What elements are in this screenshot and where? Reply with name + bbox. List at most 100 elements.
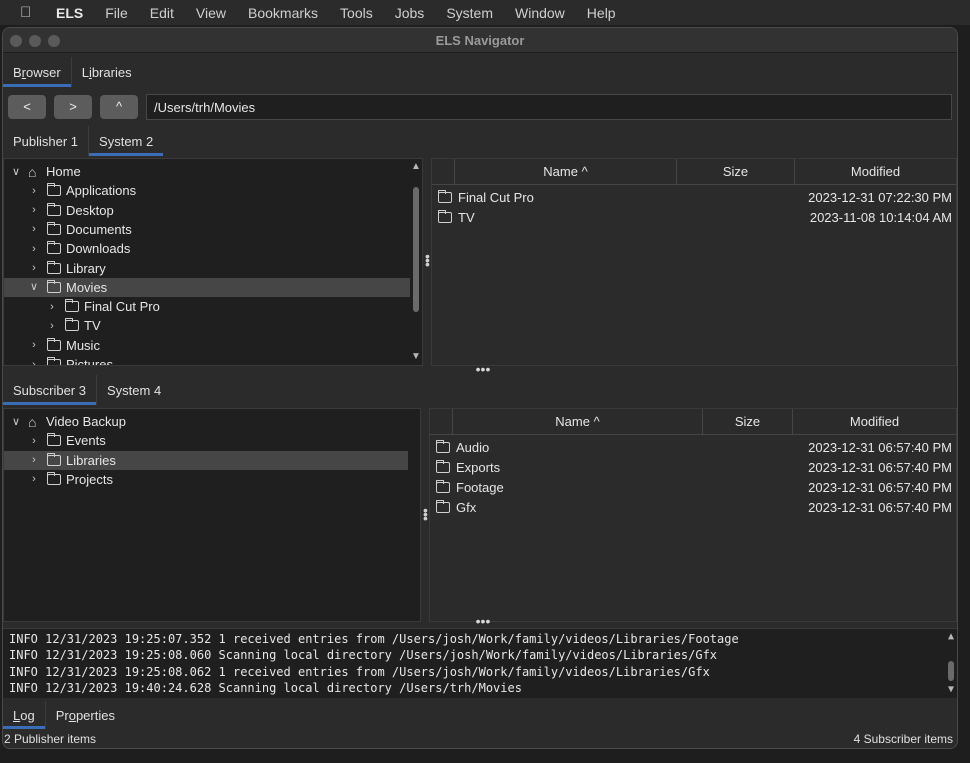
- scroll-down-icon[interactable]: ▼: [946, 685, 956, 695]
- scroll-down-icon[interactable]: ▼: [411, 352, 421, 362]
- publisher-tree[interactable]: ▲ ▼ ∨ ⌂ Home › Applications › Desktop › Document…: [3, 158, 423, 366]
- chevron-right-icon[interactable]: ›: [28, 435, 40, 447]
- tab-subscriber-3[interactable]: Subscriber 3: [3, 375, 97, 405]
- tab-libraries[interactable]: Li braries: [72, 57, 142, 87]
- path-input[interactable]: [146, 94, 952, 120]
- menu-tools[interactable]: Tools: [340, 5, 373, 21]
- tree-item[interactable]: › Library: [4, 259, 410, 278]
- folder-icon: [438, 209, 452, 223]
- column-name[interactable]: Name ^: [452, 409, 702, 435]
- tree-item[interactable]: ∨ ⌂ Home: [4, 162, 410, 181]
- row-name: Audio: [434, 439, 490, 455]
- publisher-vertical-splitter[interactable]: • • •: [425, 249, 430, 271]
- menu-edit[interactable]: Edit: [150, 5, 174, 21]
- folder-icon: [47, 452, 61, 466]
- status-publisher-count: 2 Publisher items: [4, 732, 97, 746]
- subscriber-vertical-splitter[interactable]: • • •: [423, 503, 428, 525]
- chevron-down-icon[interactable]: ∨: [10, 166, 22, 178]
- folder-icon: [436, 459, 450, 473]
- tree-item-label: Downloads: [66, 241, 131, 257]
- tab-system-2[interactable]: System 2: [89, 126, 164, 156]
- chevron-right-icon[interactable]: ›: [46, 320, 58, 332]
- tree-item[interactable]: › Desktop: [4, 201, 410, 220]
- row-name-label: Gfx: [456, 500, 477, 516]
- tree-item-label: Movies: [66, 279, 108, 295]
- menu-app[interactable]: ELS: [56, 5, 83, 21]
- row-name-label: Audio: [456, 439, 490, 455]
- menu-view[interactable]: View: [196, 5, 226, 21]
- tab-browser[interactable]: Br owser: [3, 57, 72, 87]
- log-line: INFO 12/31/2023 19:25:08.062 1 received …: [9, 664, 710, 679]
- tree-item-label: Video Backup: [46, 414, 126, 429]
- chevron-right-icon[interactable]: ›: [28, 204, 40, 216]
- tree-item[interactable]: ∨ ⌂ Video Backup: [4, 412, 408, 431]
- menu-bookmarks[interactable]: Bookmarks: [248, 5, 318, 21]
- chevron-right-icon[interactable]: ›: [28, 185, 40, 197]
- menu-file[interactable]: File: [105, 5, 128, 21]
- tree-item[interactable]: › Music: [4, 336, 410, 355]
- table-row[interactable]: Gfx 2023-12-31 06:57:40 PM: [430, 498, 956, 518]
- tab-system-4[interactable]: System 4: [97, 375, 171, 405]
- forward-button[interactable]: >: [54, 95, 92, 119]
- tree-item[interactable]: › Projects: [4, 470, 408, 489]
- subscriber-file-table[interactable]: Name ^ Size Modified Audio 2023-12-31 06:…: [429, 408, 957, 622]
- log-panel[interactable]: ▲ ▼ INFO 12/31/2023 19:25:07.352 1 recei…: [3, 628, 957, 698]
- menu-jobs[interactable]: Jobs: [395, 5, 425, 21]
- tree-item-label: Events: [66, 433, 106, 449]
- row-name: Gfx: [434, 500, 476, 515]
- log-horizontal-splitter[interactable]: •••: [468, 614, 498, 628]
- chevron-right-icon[interactable]: ›: [46, 301, 58, 313]
- tab-log[interactable]: Log: [3, 701, 46, 729]
- tree-item[interactable]: › Libraries: [4, 450, 408, 470]
- tree-item[interactable]: › Downloads: [4, 239, 410, 258]
- tree-item[interactable]: ∨ Movies: [4, 277, 410, 297]
- up-button[interactable]: ^: [100, 95, 138, 119]
- scroll-thumb[interactable]: [948, 661, 954, 681]
- log-scrollbar[interactable]: ▲ ▼: [946, 629, 956, 697]
- publisher-tree-scrollbar[interactable]: ▲ ▼: [411, 159, 421, 365]
- tab-properties[interactable]: Pr o perties: [46, 701, 125, 729]
- apple-icon[interactable]: : [20, 4, 36, 21]
- tree-item[interactable]: › Events: [4, 431, 408, 450]
- column-name[interactable]: Name ^: [454, 159, 676, 185]
- chevron-right-icon[interactable]: ›: [28, 223, 40, 235]
- home-icon: ⌂: [28, 413, 37, 430]
- menu-system[interactable]: System: [446, 5, 493, 21]
- publisher-file-table[interactable]: Name ^ Size Modified Final Cut Pro 2023-1…: [431, 158, 957, 366]
- chevron-right-icon[interactable]: ›: [28, 243, 40, 255]
- tree-item[interactable]: › Final Cut Pro: [4, 297, 410, 316]
- table-row[interactable]: Exports 2023-12-31 06:57:40 PM: [430, 457, 956, 477]
- bottom-tabbar: Log Pr o perties: [3, 701, 957, 729]
- back-button[interactable]: <: [8, 95, 46, 119]
- scroll-thumb[interactable]: [413, 187, 419, 312]
- menu-window[interactable]: Window: [515, 5, 565, 21]
- table-row[interactable]: TV 2023-11-08 10:14:04 AM: [432, 207, 956, 227]
- table-row[interactable]: Final Cut Pro 2023-12-31 07:22:30 PM: [432, 187, 956, 207]
- chevron-right-icon[interactable]: ›: [28, 454, 40, 466]
- table-row[interactable]: Audio 2023-12-31 06:57:40 PM: [430, 437, 956, 457]
- folder-icon: [65, 318, 79, 332]
- column-modified[interactable]: Modified: [792, 409, 956, 435]
- scroll-up-icon[interactable]: ▲: [411, 162, 421, 172]
- column-size[interactable]: Size: [702, 409, 792, 435]
- menu-help[interactable]: Help: [587, 5, 616, 21]
- tree-item[interactable]: › Pictures: [4, 355, 410, 366]
- chevron-down-icon[interactable]: ∨: [28, 281, 40, 293]
- column-modified[interactable]: Modified: [794, 159, 956, 185]
- column-size[interactable]: Size: [676, 159, 794, 185]
- tree-item[interactable]: › Applications: [4, 181, 410, 200]
- chevron-right-icon[interactable]: ›: [28, 359, 40, 366]
- navigator-window: ELS Navigator Browser Libraries < > ^ Pu…: [2, 27, 958, 749]
- publisher-horizontal-splitter[interactable]: •••: [468, 362, 498, 376]
- chevron-right-icon[interactable]: ›: [28, 262, 40, 274]
- scroll-up-icon[interactable]: ▲: [946, 632, 956, 642]
- chevron-down-icon[interactable]: ∨: [10, 416, 22, 428]
- chevron-right-icon[interactable]: ›: [28, 339, 40, 351]
- tree-item[interactable]: › Documents: [4, 220, 410, 239]
- chevron-right-icon[interactable]: ›: [28, 473, 40, 485]
- tab-publisher-1[interactable]: Publisher 1: [3, 126, 90, 156]
- subscriber-tree[interactable]: ∨ ⌂ Video Backup › Events › Libraries › Projects: [3, 408, 421, 622]
- tree-item[interactable]: › TV: [4, 316, 410, 335]
- row-modified: 2023-12-31 07:22:30 PM: [808, 189, 952, 205]
- table-row[interactable]: Footage 2023-12-31 06:57:40 PM: [430, 477, 956, 497]
